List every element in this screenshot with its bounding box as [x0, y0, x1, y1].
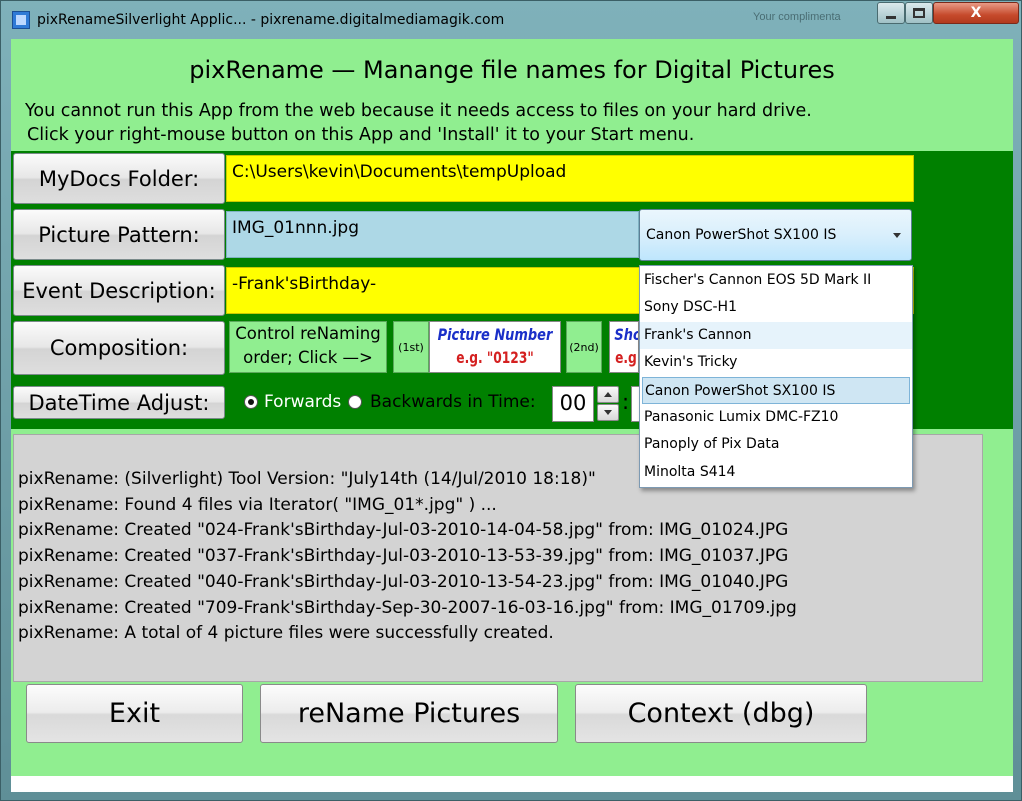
forwards-radio[interactable]: [244, 395, 258, 409]
app-icon: [12, 11, 30, 29]
shot-token[interactable]: Shot e.g.: [609, 321, 639, 373]
composition-description: Control reNaming order; Click —>: [229, 321, 387, 373]
title-bar[interactable]: pixRenameSilverlight Applic... - pixrena…: [1, 1, 1021, 39]
log-line: pixRename: A total of 4 picture files we…: [18, 623, 554, 644]
maximize-button[interactable]: [905, 2, 933, 24]
log-line: pixRename: Created "040-Frank'sBirthday-…: [18, 571, 789, 592]
log-line: pixRename: Found 4 files via Iterator( "…: [18, 494, 497, 515]
minimize-icon: [886, 15, 896, 19]
chevron-down-icon: [893, 233, 901, 238]
exit-button[interactable]: Exit: [26, 684, 243, 743]
backwards-label-text: Backwards: [370, 392, 462, 412]
event-description-button[interactable]: Event Description:: [13, 265, 225, 316]
camera-option-selected[interactable]: Canon PowerShot SX100 IS: [642, 376, 910, 404]
rename-pictures-button[interactable]: reName Pictures: [260, 684, 558, 743]
log-line: pixRename: Created "024-Frank'sBirthday-…: [18, 520, 789, 541]
composition-description-line-1: Control reNaming: [235, 324, 381, 343]
order-first-label: (1st): [393, 321, 429, 373]
picture-number-token-title: Picture Number: [437, 325, 553, 344]
camera-option[interactable]: Sony DSC-H1: [640, 294, 912, 321]
install-note-line-2: Click your right-mouse button on this Ap…: [27, 125, 695, 145]
backwards-label[interactable]: Backwards in Time:: [370, 392, 536, 412]
picture-pattern-button[interactable]: Picture Pattern:: [13, 209, 225, 260]
background-window-text: Your complimenta: [753, 11, 841, 23]
camera-select[interactable]: Canon PowerShot SX100 IS: [639, 209, 912, 261]
camera-dropdown-list[interactable]: Fischer's Cannon EOS 5D Mark II Sony DSC…: [639, 265, 913, 488]
app-window: pixRenameSilverlight Applic... - pixrena…: [0, 0, 1022, 801]
picture-pattern-field[interactable]: IMG_01nnn.jpg: [226, 211, 639, 258]
hours-increment-button[interactable]: [597, 386, 619, 403]
in-time-label: in Time:: [461, 392, 536, 412]
picture-number-token-example: e.g. "0123": [456, 348, 534, 367]
hours-input[interactable]: 00: [552, 386, 594, 422]
context-debug-button[interactable]: Context (dbg): [575, 684, 867, 743]
window-title: pixRenameSilverlight Applic... - pixrena…: [37, 12, 505, 28]
camera-select-value: Canon PowerShot SX100 IS: [646, 227, 837, 243]
composition-description-line-2: order; Click —>: [243, 348, 373, 367]
time-separator: :: [622, 390, 630, 414]
camera-option[interactable]: Panoply of Pix Data: [640, 431, 912, 458]
camera-option[interactable]: Frank's Cannon: [640, 321, 912, 350]
composition-button[interactable]: Composition:: [13, 321, 225, 375]
log-line: pixRename: Created "709-Frank'sBirthday-…: [18, 597, 797, 618]
shot-token-example: e.g.: [615, 348, 639, 367]
mydocs-folder-field[interactable]: C:\Users\kevin\Documents\tempUpload: [226, 155, 914, 202]
close-button[interactable]: X: [933, 2, 1019, 24]
camera-option[interactable]: Fischer's Cannon EOS 5D Mark II: [640, 267, 912, 294]
camera-option[interactable]: Minolta S414: [640, 459, 912, 486]
picture-number-token[interactable]: Picture Number e.g. "0123": [429, 321, 561, 373]
maximize-icon: [913, 8, 925, 18]
install-note-line-1: You cannot run this App from the web bec…: [25, 101, 812, 121]
shot-token-title: Shot: [614, 325, 638, 344]
datetime-adjust-button[interactable]: DateTime Adjust:: [13, 386, 225, 419]
log-line: pixRename: Created "037-Frank'sBirthday-…: [18, 546, 789, 567]
status-strip: [11, 776, 1013, 792]
camera-option[interactable]: Kevin's Tricky: [640, 349, 912, 376]
forwards-label[interactable]: Forwards: [264, 392, 341, 412]
minimize-button[interactable]: [877, 2, 905, 24]
close-icon: X: [970, 5, 982, 21]
page-title: pixRename — Manange file names for Digit…: [189, 56, 835, 84]
order-second-label: (2nd): [566, 321, 602, 373]
hours-decrement-button[interactable]: [597, 404, 619, 421]
mydocs-folder-button[interactable]: MyDocs Folder:: [13, 153, 225, 204]
backwards-radio[interactable]: [348, 395, 362, 409]
camera-option[interactable]: Panasonic Lumix DMC-FZ10: [640, 404, 912, 431]
